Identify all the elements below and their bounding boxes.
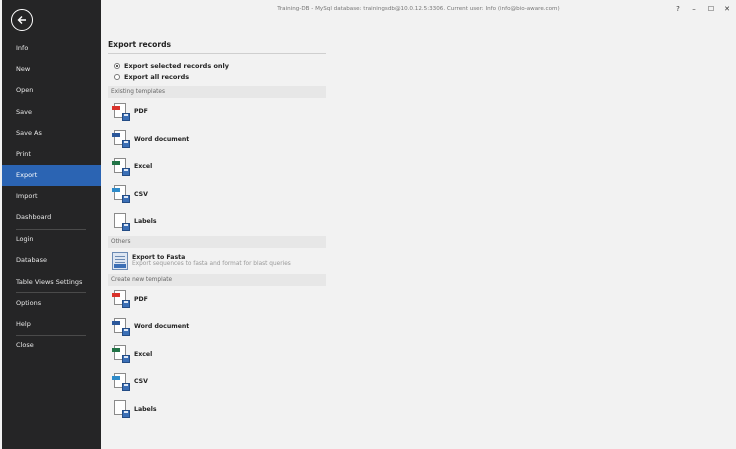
sidebar-item-dashboard[interactable]: Dashboard [2, 207, 101, 228]
existing-template-pdf[interactable]: PDF [108, 98, 326, 126]
radio-button-checked[interactable] [114, 62, 120, 69]
template-label: Labels [134, 405, 157, 413]
sidebar-item-import[interactable]: Import [2, 186, 101, 207]
sidebar-item-print[interactable]: Print [2, 144, 101, 165]
radio-button[interactable] [114, 73, 120, 80]
fasta-icon [112, 251, 128, 270]
back-button[interactable] [11, 9, 33, 31]
labels-icon [112, 212, 130, 231]
excel-icon [112, 157, 130, 176]
sidebar: Info New Open Save Save As Print Export … [2, 0, 101, 449]
radio-export-all[interactable]: Export all records [108, 71, 326, 82]
sidebar-item-options[interactable]: Options [2, 293, 101, 314]
page-title: Export records [108, 40, 326, 54]
template-label: Excel [134, 163, 153, 171]
excel-icon [112, 345, 130, 364]
create-template-excel[interactable]: Excel [108, 341, 326, 369]
section-header-existing-templates: Existing templates [108, 86, 326, 98]
template-label: Labels [134, 218, 157, 226]
sidebar-item-info[interactable]: Info [2, 38, 101, 59]
csv-icon [112, 372, 130, 391]
sidebar-item-help[interactable]: Help [2, 314, 101, 335]
back-arrow-icon [17, 16, 26, 24]
sidebar-item-save-as[interactable]: Save As [2, 123, 101, 144]
create-template-labels[interactable]: Labels [108, 396, 326, 424]
close-icon[interactable]: ✕ [721, 3, 733, 15]
maximize-icon[interactable]: ☐ [705, 3, 717, 15]
sidebar-item-close[interactable]: Close [2, 335, 101, 356]
section-header-create-new-template: Create new template [108, 273, 326, 286]
create-template-pdf[interactable]: PDF [108, 286, 326, 314]
word-icon [112, 130, 130, 149]
export-panel: Export records Export selected records o… [108, 40, 326, 423]
pdf-icon [112, 290, 130, 309]
fasta-description: Export sequences to fasta and format for… [132, 261, 291, 267]
sidebar-item-new[interactable]: New [2, 59, 101, 80]
template-label: PDF [134, 295, 148, 303]
template-label: Word document [134, 135, 190, 143]
labels-icon [112, 400, 130, 419]
export-to-fasta[interactable]: Export to Fasta Export sequences to fast… [108, 248, 326, 274]
sidebar-item-open[interactable]: Open [2, 80, 101, 101]
template-label: Word document [134, 323, 190, 331]
section-header-others: Others [108, 235, 326, 248]
create-template-csv[interactable]: CSV [108, 368, 326, 396]
sidebar-item-table-views-settings[interactable]: Table Views Settings [2, 272, 101, 293]
sidebar-item-save[interactable]: Save [2, 102, 101, 123]
existing-template-csv[interactable]: CSV [108, 181, 326, 209]
radio-label: Export all records [124, 72, 190, 81]
template-label: Excel [134, 350, 153, 358]
sidebar-item-export[interactable]: Export [2, 165, 101, 186]
sidebar-item-login[interactable]: Login [2, 229, 101, 250]
template-label: PDF [134, 108, 148, 116]
minimize-icon[interactable]: – [688, 3, 700, 15]
radio-export-selected[interactable]: Export selected records only [108, 60, 326, 71]
sidebar-item-database[interactable]: Database [2, 250, 101, 271]
csv-icon [112, 185, 130, 204]
pdf-icon [112, 102, 130, 121]
window-title: Training-DB - MySql database: trainingsd… [277, 6, 560, 12]
existing-template-word[interactable]: Word document [108, 126, 326, 154]
word-icon [112, 317, 130, 336]
create-template-word[interactable]: Word document [108, 313, 326, 341]
template-label: CSV [134, 378, 148, 386]
help-icon[interactable]: ? [672, 3, 684, 15]
fasta-title: Export to Fasta [132, 254, 186, 261]
existing-template-labels[interactable]: Labels [108, 208, 326, 236]
template-label: CSV [134, 190, 148, 198]
existing-template-excel[interactable]: Excel [108, 153, 326, 181]
radio-label: Export selected records only [124, 61, 230, 70]
